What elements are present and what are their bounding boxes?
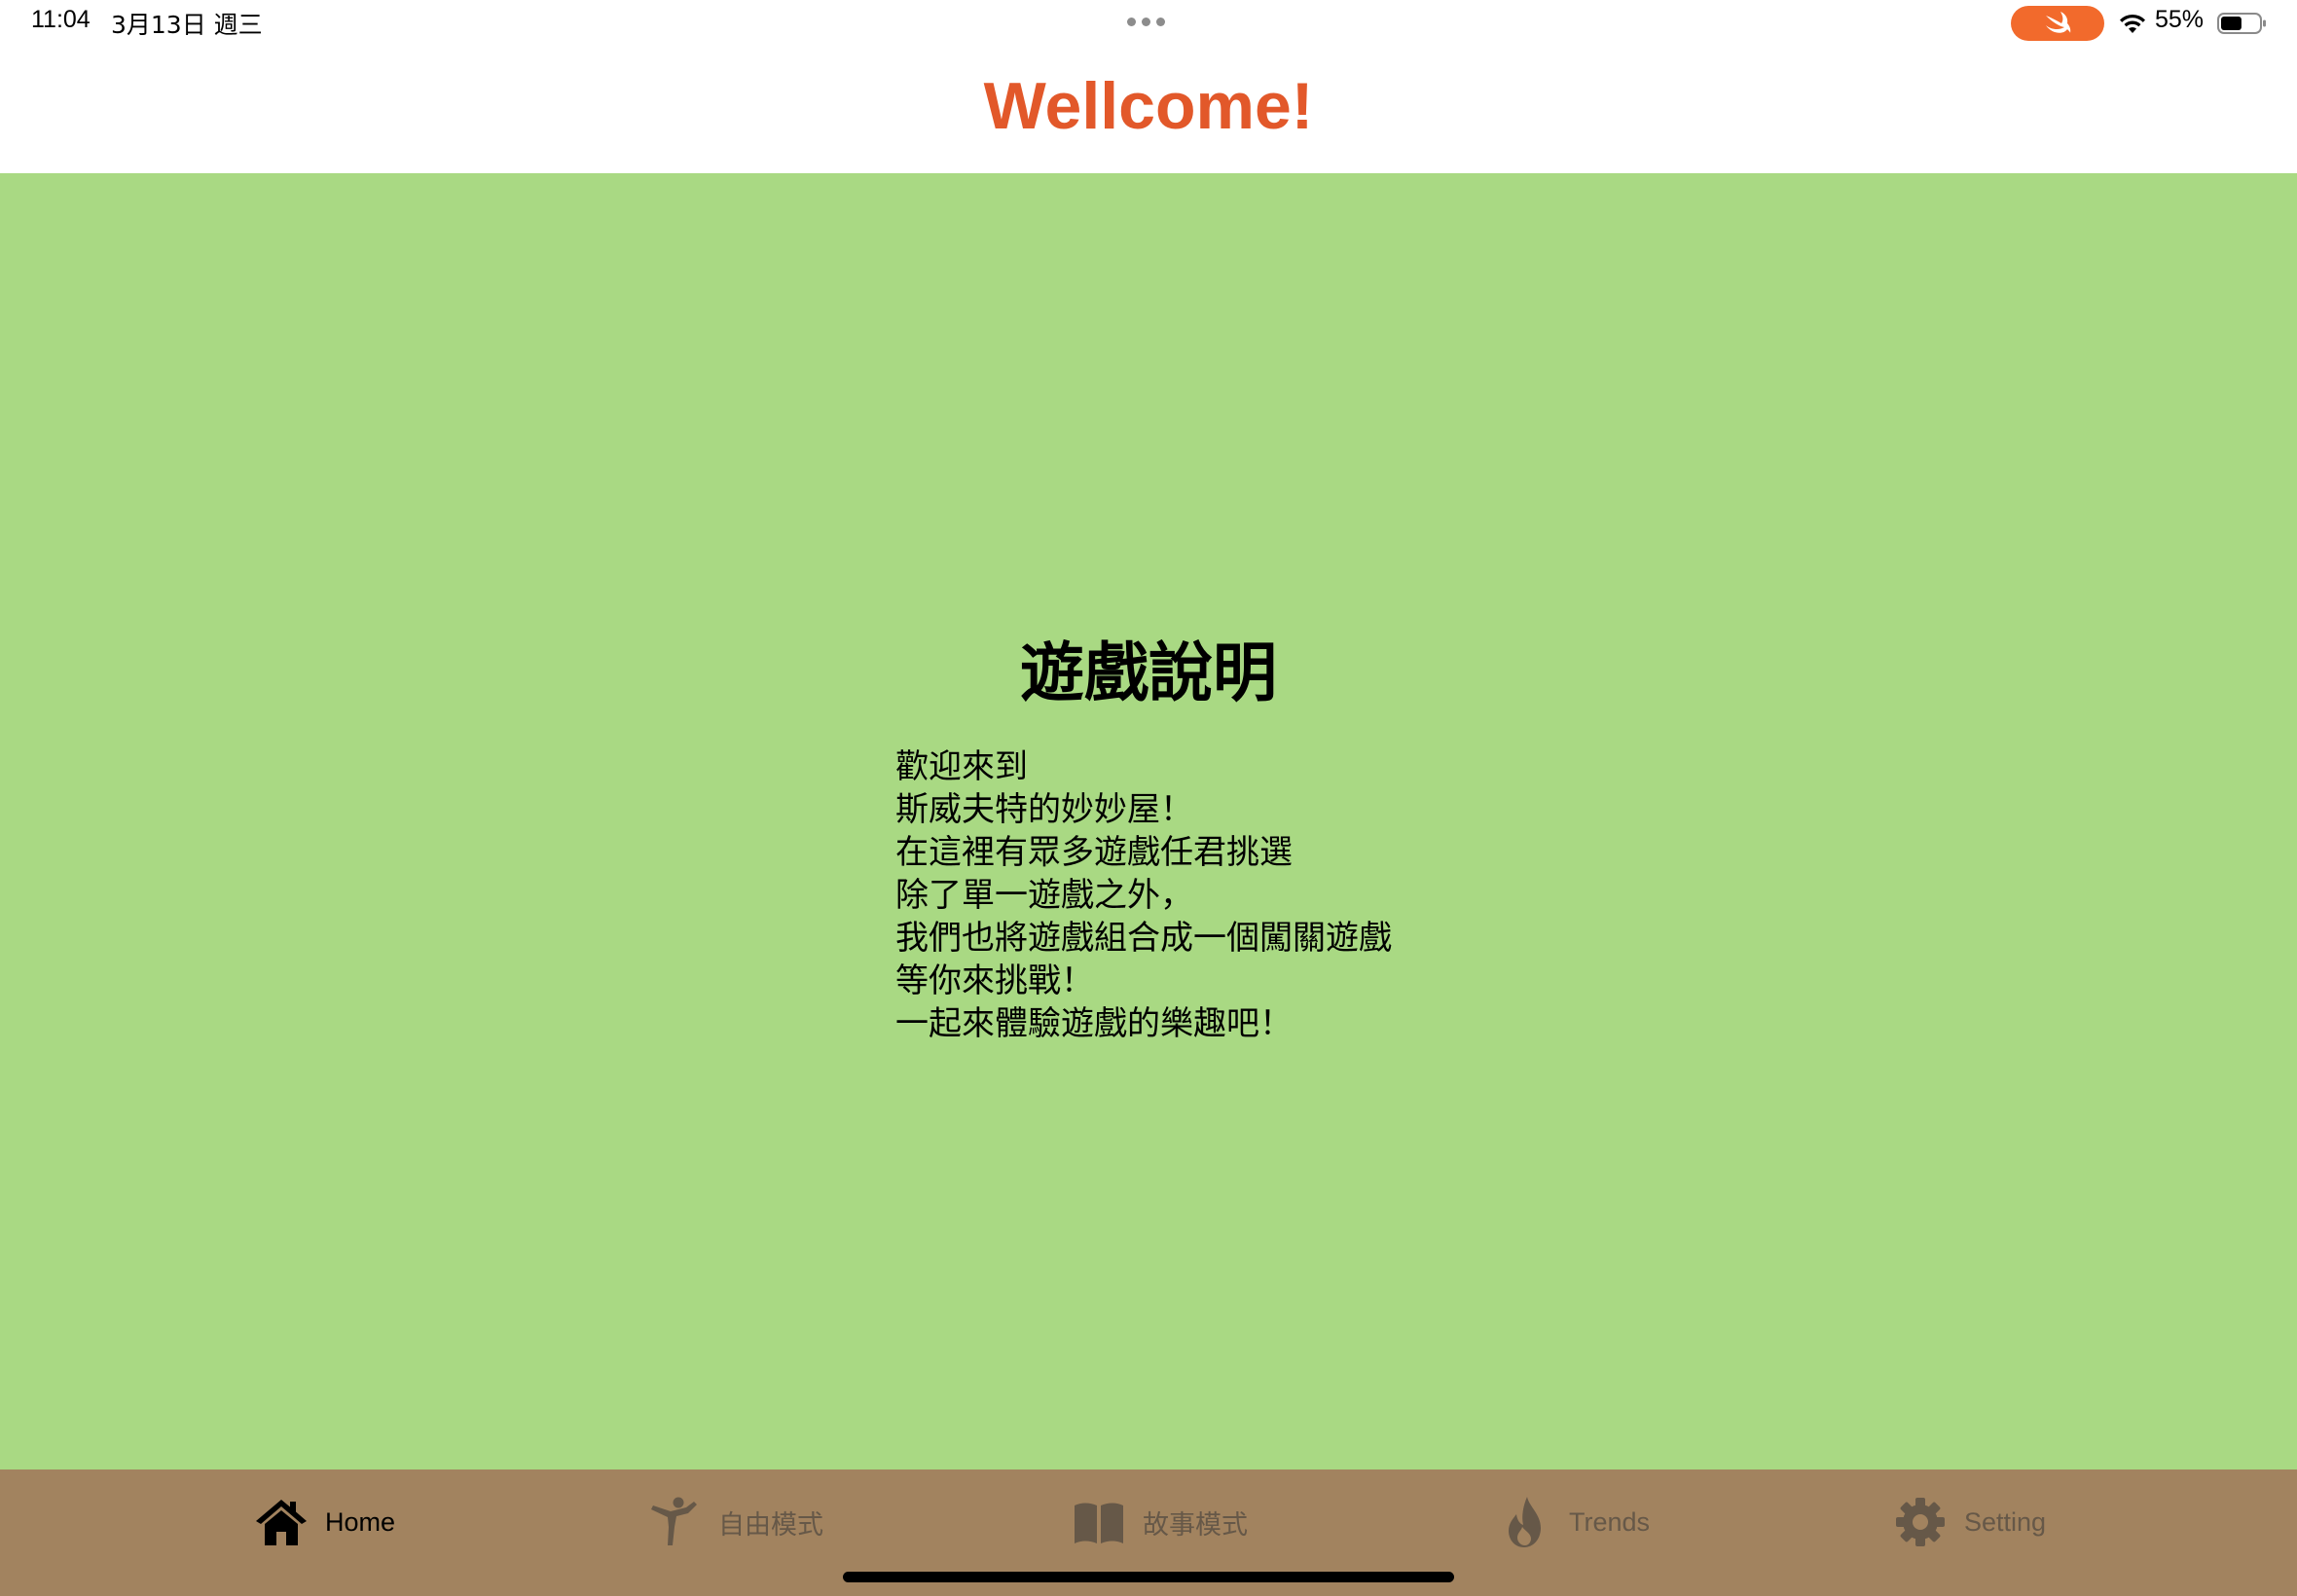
instructions-line: 在這裡有眾多遊戲任君挑選 [895, 833, 1293, 872]
tab-setting[interactable]: Setting [1892, 1493, 2046, 1551]
gear-icon [1892, 1495, 1949, 1549]
app-screen: 11:04 3月13日 週三 55% Wellcome! 遊戲說明 歡迎來到 斯… [0, 0, 2297, 1596]
instructions-body: 歡迎來到 斯威夫特的妙妙屋！ 在這裡有眾多遊戲任君挑選 除了單一遊戲之外， 我們… [895, 745, 1392, 1045]
status-bar: 11:04 3月13日 週三 55% [0, 0, 2297, 47]
instructions-line: 除了單一遊戲之外， [895, 876, 1193, 915]
multitasking-dots-icon[interactable] [1127, 18, 1165, 26]
flame-icon [1497, 1495, 1553, 1549]
swift-logo-icon [2046, 12, 2071, 33]
navigation-header: Wellcome! [0, 47, 2297, 173]
tab-free-mode[interactable]: 自由模式 [646, 1493, 823, 1551]
page-title: Wellcome! [983, 69, 1314, 143]
instructions-line: 歡迎來到 [895, 747, 1028, 786]
tab-setting-label: Setting [1964, 1506, 2047, 1537]
martial-arts-icon [646, 1495, 703, 1549]
wifi-icon [2120, 14, 2145, 33]
instructions-line: 我們也將遊戲組合成一個闖關遊戲 [895, 919, 1392, 958]
tab-story-mode[interactable]: 故事模式 [1071, 1493, 1248, 1551]
tab-home[interactable]: Home [253, 1493, 395, 1551]
tab-story-mode-label: 故事模式 [1143, 1509, 1248, 1541]
battery-icon [2217, 13, 2266, 34]
tab-trends-label: Trends [1569, 1506, 1651, 1537]
instructions-title: 遊戲說明 [1020, 635, 1277, 710]
main-content: 遊戲說明 歡迎來到 斯威夫特的妙妙屋！ 在這裡有眾多遊戲任君挑選 除了單一遊戲之… [0, 173, 2297, 1469]
swift-playground-indicator[interactable] [2011, 6, 2104, 41]
tab-home-label: Home [325, 1506, 396, 1537]
status-date: 3月13日 週三 [111, 11, 263, 39]
instructions-line: 等你來挑戰！ [895, 961, 1094, 1000]
tab-trends[interactable]: Trends [1497, 1493, 1650, 1551]
house-icon [253, 1495, 310, 1549]
battery-percent: 55% [2155, 6, 2205, 33]
instructions-line: 一起來體驗遊戲的樂趣吧！ [895, 1004, 1293, 1043]
home-indicator[interactable] [843, 1572, 1454, 1582]
tab-free-mode-label: 自由模式 [718, 1509, 823, 1541]
book-icon [1071, 1495, 1127, 1549]
status-time: 11:04 [31, 6, 91, 33]
instructions-line: 斯威夫特的妙妙屋！ [895, 790, 1193, 829]
